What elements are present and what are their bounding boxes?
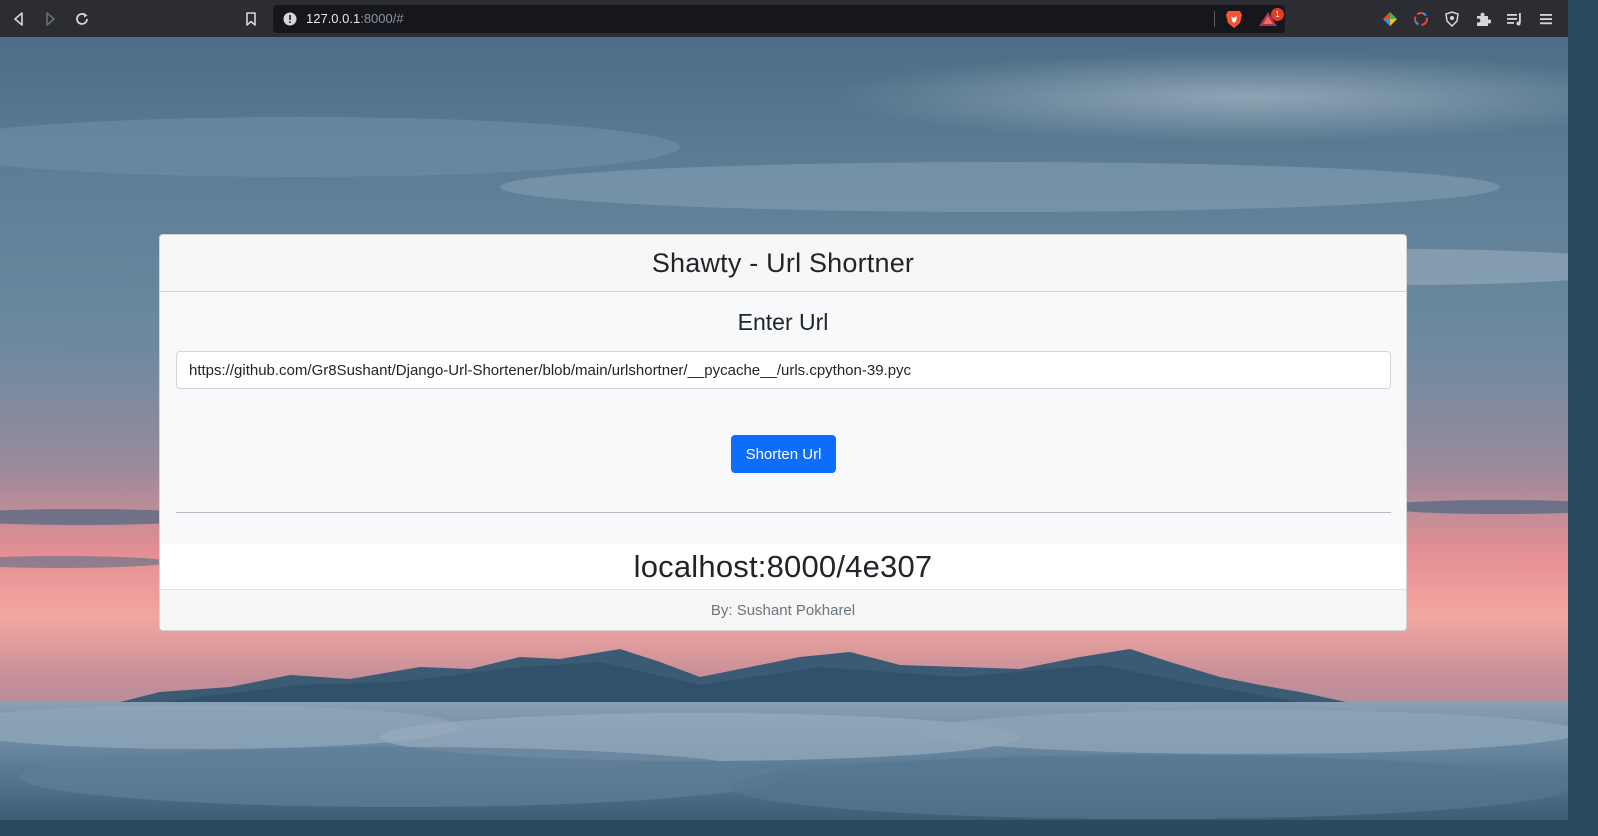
address-bar[interactable]: 127.0.0.1:8000/# 1	[273, 5, 1285, 33]
spinner-icon[interactable]	[1411, 9, 1431, 29]
address-path: :8000/#	[360, 11, 404, 26]
enter-url-heading: Enter Url	[737, 309, 829, 335]
shorten-url-button[interactable]: Shorten Url	[731, 435, 836, 473]
short-url-link[interactable]: localhost:8000/4e307	[634, 549, 933, 585]
forward-arrow-icon[interactable]	[39, 8, 61, 30]
shield-icon[interactable]	[1442, 9, 1462, 29]
browser-toolbar: 127.0.0.1:8000/# 1	[0, 0, 1568, 37]
card-footer: By: Sushant Pokharel	[160, 590, 1406, 630]
result-panel: localhost:8000/4e307	[160, 544, 1406, 590]
address-host: 127.0.0.1	[306, 11, 361, 26]
puzzle-icon[interactable]	[1473, 9, 1493, 29]
address-url: 127.0.0.1:8000/#	[306, 11, 404, 26]
url-input[interactable]	[176, 351, 1391, 389]
back-arrow-icon[interactable]	[8, 8, 30, 30]
author-credit: By: Sushant Pokharel	[710, 602, 856, 619]
card-header: Shawty - Url Shortner	[160, 235, 1406, 292]
shortener-card: Shawty - Url Shortner Enter Url Shorten …	[159, 234, 1407, 631]
playlist-icon[interactable]	[1505, 9, 1525, 29]
menu-icon[interactable]	[1536, 9, 1556, 29]
color-picker-icon[interactable]	[1380, 9, 1400, 29]
bookmark-icon[interactable]	[240, 8, 262, 30]
reload-icon[interactable]	[71, 8, 93, 30]
brave-lion-icon[interactable]	[1225, 9, 1243, 34]
address-divider	[1214, 11, 1215, 27]
divider	[176, 512, 1391, 513]
page-title: Shawty - Url Shortner	[651, 247, 915, 278]
rewards-badge: 1	[1271, 8, 1284, 21]
info-icon[interactable]	[283, 12, 297, 31]
